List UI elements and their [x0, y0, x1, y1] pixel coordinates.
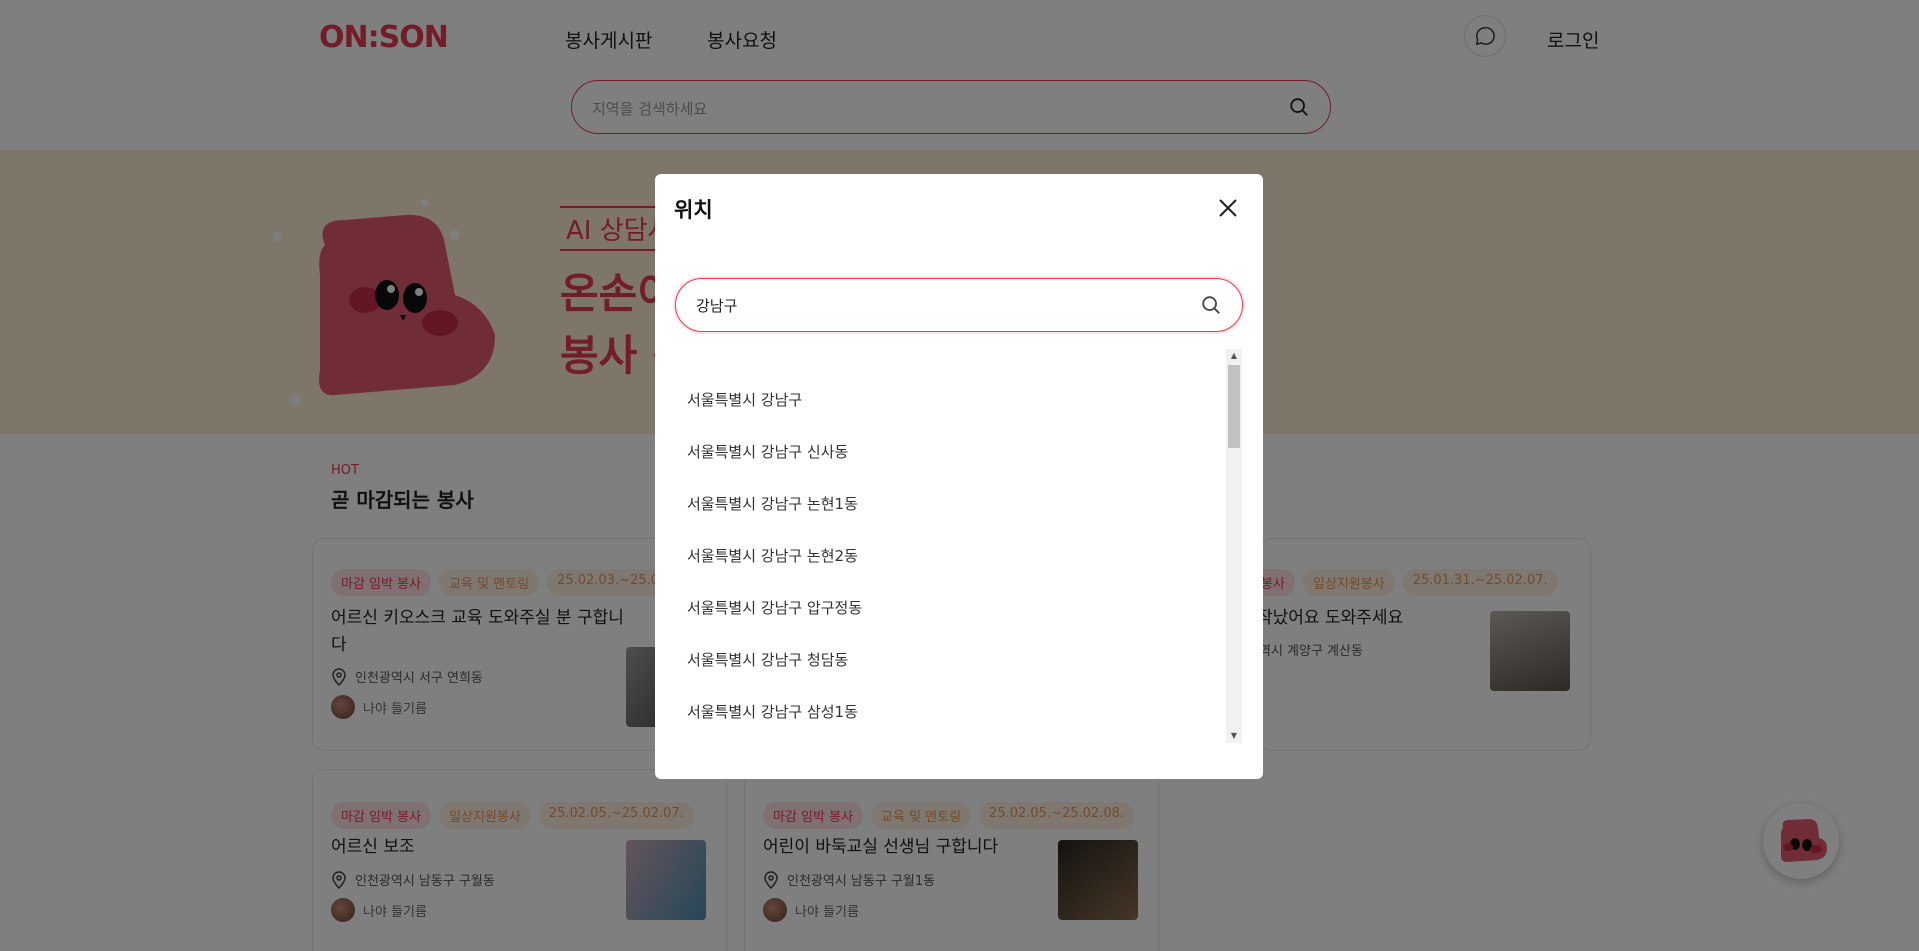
modal-title: 위치 [674, 198, 713, 222]
close-icon[interactable] [1216, 196, 1240, 220]
location-search-value: 강남구 [696, 297, 738, 315]
location-search-input[interactable]: 강남구 [675, 278, 1243, 332]
location-result-item[interactable]: 서울특별시 강남구 청담동 [687, 649, 848, 670]
location-result-item[interactable]: 서울특별시 강남구 신사동 [687, 441, 848, 462]
location-result-item[interactable]: 서울특별시 강남구 논현1동 [687, 493, 858, 514]
location-result-item[interactable]: 서울특별시 강남구 [687, 389, 802, 410]
location-results-list: 서울특별시 강남구 서울특별시 강남구 신사동 서울특별시 강남구 논현1동 서… [675, 349, 1223, 739]
scroll-up-arrow-icon[interactable]: ▲ [1226, 349, 1242, 363]
results-scrollbar[interactable]: ▲ ▼ [1226, 349, 1242, 743]
location-result-item[interactable]: 서울특별시 강남구 압구정동 [687, 597, 862, 618]
search-icon[interactable] [1200, 294, 1222, 316]
location-modal: 위치 강남구 서울특별시 강남구 서울특별시 강남구 신사동 서울특별시 강남구… [655, 174, 1263, 779]
location-result-item[interactable]: 서울특별시 강남구 삼성1동 [687, 701, 858, 722]
scroll-down-arrow-icon[interactable]: ▼ [1226, 729, 1242, 743]
location-result-item[interactable]: 서울특별시 강남구 논현2동 [687, 545, 858, 566]
scrollbar-thumb[interactable] [1228, 365, 1240, 448]
